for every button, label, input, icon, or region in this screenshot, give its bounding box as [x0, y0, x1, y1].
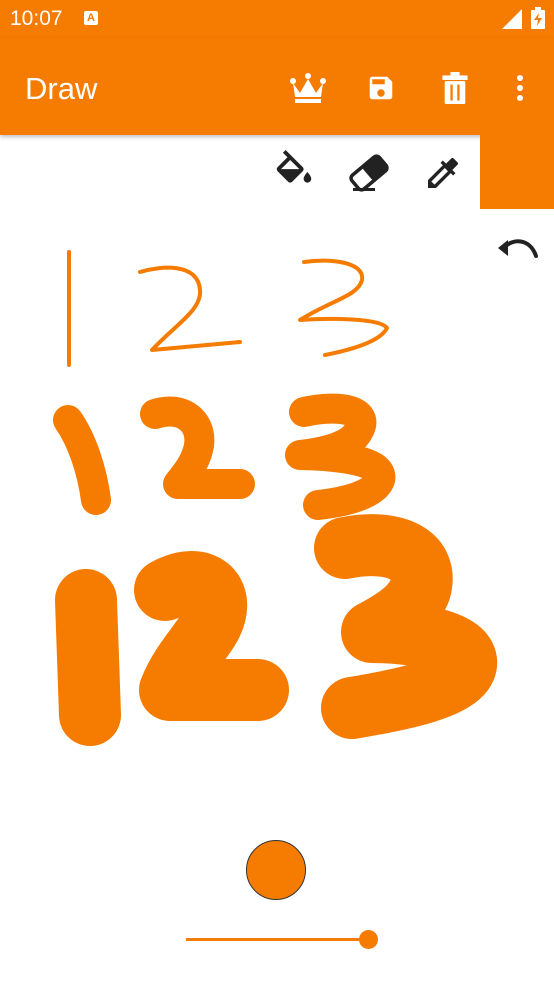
undo-icon: [498, 239, 538, 258]
brush-size-slider-thumb[interactable]: [358, 930, 378, 949]
signal-icon: [502, 9, 522, 29]
stroke-medium: [53, 393, 396, 520]
brush-size-slider-track[interactable]: [186, 938, 370, 941]
battery-icon: [531, 7, 545, 29]
delete-button[interactable]: [435, 68, 475, 108]
a-icon: A: [84, 11, 98, 25]
status-bar: 10:07 A: [0, 0, 554, 38]
more-options-button[interactable]: [500, 68, 540, 108]
eyedropper-tool-button[interactable]: [418, 148, 468, 198]
fill-tool-button[interactable]: [269, 148, 319, 198]
page-title: Draw: [25, 71, 98, 106]
stroke-large: [55, 514, 497, 746]
color-picker-swatch[interactable]: [480, 135, 554, 209]
fill-bucket-icon: [276, 150, 312, 183]
brush-size-preview: [246, 840, 306, 900]
premium-button[interactable]: [288, 68, 328, 108]
stroke-small: [67, 250, 389, 367]
crown-icon: [290, 73, 326, 103]
eraser-icon: [349, 154, 389, 192]
more-vert-icon: [517, 75, 523, 101]
eyedropper-icon: [428, 157, 459, 188]
app-bar: Draw: [0, 38, 554, 135]
save-button[interactable]: [361, 68, 401, 108]
status-time: 10:07: [10, 7, 63, 30]
eraser-tool-button[interactable]: [344, 148, 394, 198]
save-icon: [369, 76, 393, 100]
delete-icon: [442, 72, 468, 104]
undo-button[interactable]: [494, 230, 542, 266]
